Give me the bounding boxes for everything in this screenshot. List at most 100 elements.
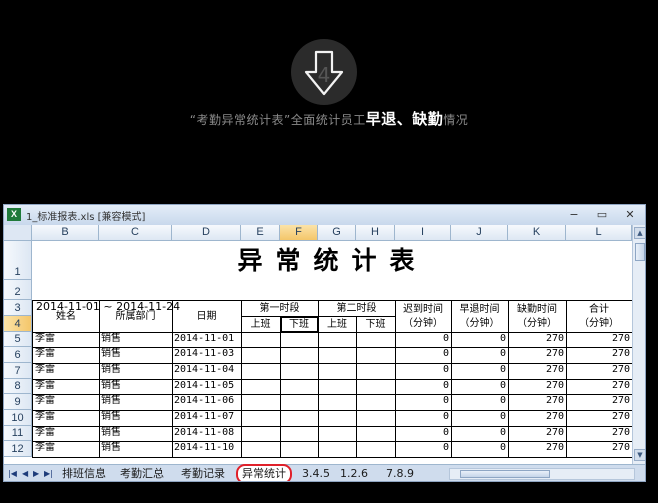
cell-absent[interactable]: 270 bbox=[508, 441, 567, 458]
cell-shift2-off[interactable] bbox=[356, 410, 396, 427]
cell-early[interactable]: 0 bbox=[451, 363, 509, 380]
cell-early[interactable]: 0 bbox=[451, 426, 509, 442]
cell-late[interactable]: 0 bbox=[395, 332, 452, 348]
cell-shift2-on[interactable] bbox=[318, 347, 357, 364]
cell-absent[interactable]: 270 bbox=[508, 394, 567, 411]
row-header-11[interactable]: 11 bbox=[4, 426, 32, 441]
cell-shift1-on[interactable] bbox=[241, 410, 281, 427]
header-shift1-off[interactable]: 下班 bbox=[280, 316, 319, 333]
header-shift2-off[interactable]: 下班 bbox=[356, 316, 396, 333]
row-header-12[interactable]: 12 bbox=[4, 441, 32, 457]
cell-name[interactable]: 李雷 bbox=[32, 379, 100, 395]
row-header-3[interactable]: 3 bbox=[4, 300, 32, 316]
sheet-tab-3[interactable]: 异常统计 bbox=[236, 464, 292, 481]
cell-name[interactable]: 李雷 bbox=[32, 426, 100, 442]
cell-shift2-off[interactable] bbox=[356, 379, 396, 395]
row-header-8[interactable]: 8 bbox=[4, 379, 32, 394]
cell-shift1-off[interactable] bbox=[280, 441, 319, 458]
cell-late[interactable]: 0 bbox=[395, 347, 452, 364]
row-header-1[interactable]: 1 bbox=[4, 241, 32, 280]
cell-dept[interactable]: 销售 bbox=[99, 332, 173, 348]
column-header-i[interactable]: I bbox=[395, 225, 451, 241]
last-sheet-icon[interactable]: ▶| bbox=[44, 469, 53, 478]
cell-total[interactable]: 270 bbox=[566, 347, 632, 364]
header-shift2-on[interactable]: 上班 bbox=[318, 316, 357, 333]
cell-total[interactable]: 270 bbox=[566, 379, 632, 395]
cell-shift1-on[interactable] bbox=[241, 441, 281, 458]
sheet-tab-5[interactable]: 1.2.6 bbox=[336, 466, 372, 481]
cell-absent[interactable]: 270 bbox=[508, 410, 567, 427]
vertical-scroll-thumb[interactable] bbox=[635, 243, 645, 261]
next-sheet-icon[interactable]: ▶ bbox=[33, 469, 39, 478]
cell-dept[interactable]: 销售 bbox=[99, 441, 173, 458]
column-header-e[interactable]: E bbox=[241, 225, 280, 241]
row-header-5[interactable]: 5 bbox=[4, 332, 32, 347]
cell-shift2-off[interactable] bbox=[356, 347, 396, 364]
cell-shift1-off[interactable] bbox=[280, 379, 319, 395]
cell-shift2-off[interactable] bbox=[356, 332, 396, 348]
cell-absent[interactable]: 270 bbox=[508, 379, 567, 395]
cell-shift2-on[interactable] bbox=[318, 441, 357, 458]
cell-absent[interactable]: 270 bbox=[508, 426, 567, 442]
cell-shift2-on[interactable] bbox=[318, 410, 357, 427]
cell-total[interactable]: 270 bbox=[566, 410, 632, 427]
cell-dept[interactable]: 销售 bbox=[99, 347, 173, 364]
cell-total[interactable]: 270 bbox=[566, 426, 632, 442]
cell-shift1-on[interactable] bbox=[241, 347, 281, 364]
cell-dept[interactable]: 销售 bbox=[99, 379, 173, 395]
cell-early[interactable]: 0 bbox=[451, 441, 509, 458]
cell-late[interactable]: 0 bbox=[395, 410, 452, 427]
cell-name[interactable]: 李雷 bbox=[32, 394, 100, 411]
cell-shift1-on[interactable] bbox=[241, 394, 281, 411]
cell-early[interactable]: 0 bbox=[451, 394, 509, 411]
cell-shift1-on[interactable] bbox=[241, 332, 281, 348]
header-department[interactable]: 所属部门 bbox=[99, 300, 173, 333]
sheet-tab-1[interactable]: 考勤汇总 bbox=[116, 466, 168, 481]
cell-late[interactable]: 0 bbox=[395, 394, 452, 411]
cell-shift2-off[interactable] bbox=[356, 394, 396, 411]
sheet-tab-4[interactable]: 3.4.5 bbox=[298, 466, 334, 481]
cell-name[interactable]: 李雷 bbox=[32, 347, 100, 364]
column-header-j[interactable]: J bbox=[451, 225, 508, 241]
cell-shift2-off[interactable] bbox=[356, 426, 396, 442]
header-name[interactable]: 姓名 bbox=[32, 300, 100, 333]
scroll-up-button[interactable]: ▲ bbox=[634, 227, 645, 239]
cell-total[interactable]: 270 bbox=[566, 394, 632, 411]
sheet-tab-6[interactable]: 7.8.9 bbox=[382, 466, 418, 481]
horizontal-scroll-thumb[interactable] bbox=[460, 470, 550, 478]
minimize-button[interactable]: − bbox=[566, 207, 582, 222]
row-header-10[interactable]: 10 bbox=[4, 410, 32, 426]
header-total[interactable]: 合计 （分钟） bbox=[566, 300, 632, 333]
restore-button[interactable]: ▭ bbox=[594, 207, 610, 222]
cell-shift1-off[interactable] bbox=[280, 410, 319, 427]
header-shift2[interactable]: 第二时段 bbox=[318, 300, 396, 317]
cell-date[interactable]: 2014-11-10 bbox=[172, 441, 242, 458]
row-header-7[interactable]: 7 bbox=[4, 363, 32, 379]
horizontal-scrollbar[interactable] bbox=[449, 468, 635, 480]
cell-dept[interactable]: 销售 bbox=[99, 410, 173, 427]
cell-total[interactable]: 270 bbox=[566, 363, 632, 380]
cell-shift1-off[interactable] bbox=[280, 347, 319, 364]
cell-shift2-on[interactable] bbox=[318, 379, 357, 395]
cell-date[interactable]: 2014-11-04 bbox=[172, 363, 242, 380]
header-absent[interactable]: 缺勤时间 （分钟） bbox=[508, 300, 567, 333]
column-header-h[interactable]: H bbox=[356, 225, 395, 241]
header-date[interactable]: 日期 bbox=[172, 300, 242, 333]
cell-shift1-off[interactable] bbox=[280, 332, 319, 348]
cell-late[interactable]: 0 bbox=[395, 379, 452, 395]
cell-shift1-off[interactable] bbox=[280, 394, 319, 411]
column-header-l[interactable]: L bbox=[566, 225, 632, 241]
cell-late[interactable]: 0 bbox=[395, 441, 452, 458]
cell-early[interactable]: 0 bbox=[451, 332, 509, 348]
header-shift1-on[interactable]: 上班 bbox=[241, 316, 281, 333]
close-button[interactable]: ✕ bbox=[622, 207, 638, 222]
row-header-2[interactable]: 2 bbox=[4, 280, 32, 300]
cell-shift2-off[interactable] bbox=[356, 363, 396, 380]
cell-late[interactable]: 0 bbox=[395, 363, 452, 380]
header-early[interactable]: 早退时间 （分钟） bbox=[451, 300, 509, 333]
cell-name[interactable]: 李雷 bbox=[32, 410, 100, 427]
prev-sheet-icon[interactable]: ◀ bbox=[22, 469, 28, 478]
cell-name[interactable]: 李雷 bbox=[32, 363, 100, 380]
cell-name[interactable]: 李雷 bbox=[32, 332, 100, 348]
row-header-9[interactable]: 9 bbox=[4, 394, 32, 410]
